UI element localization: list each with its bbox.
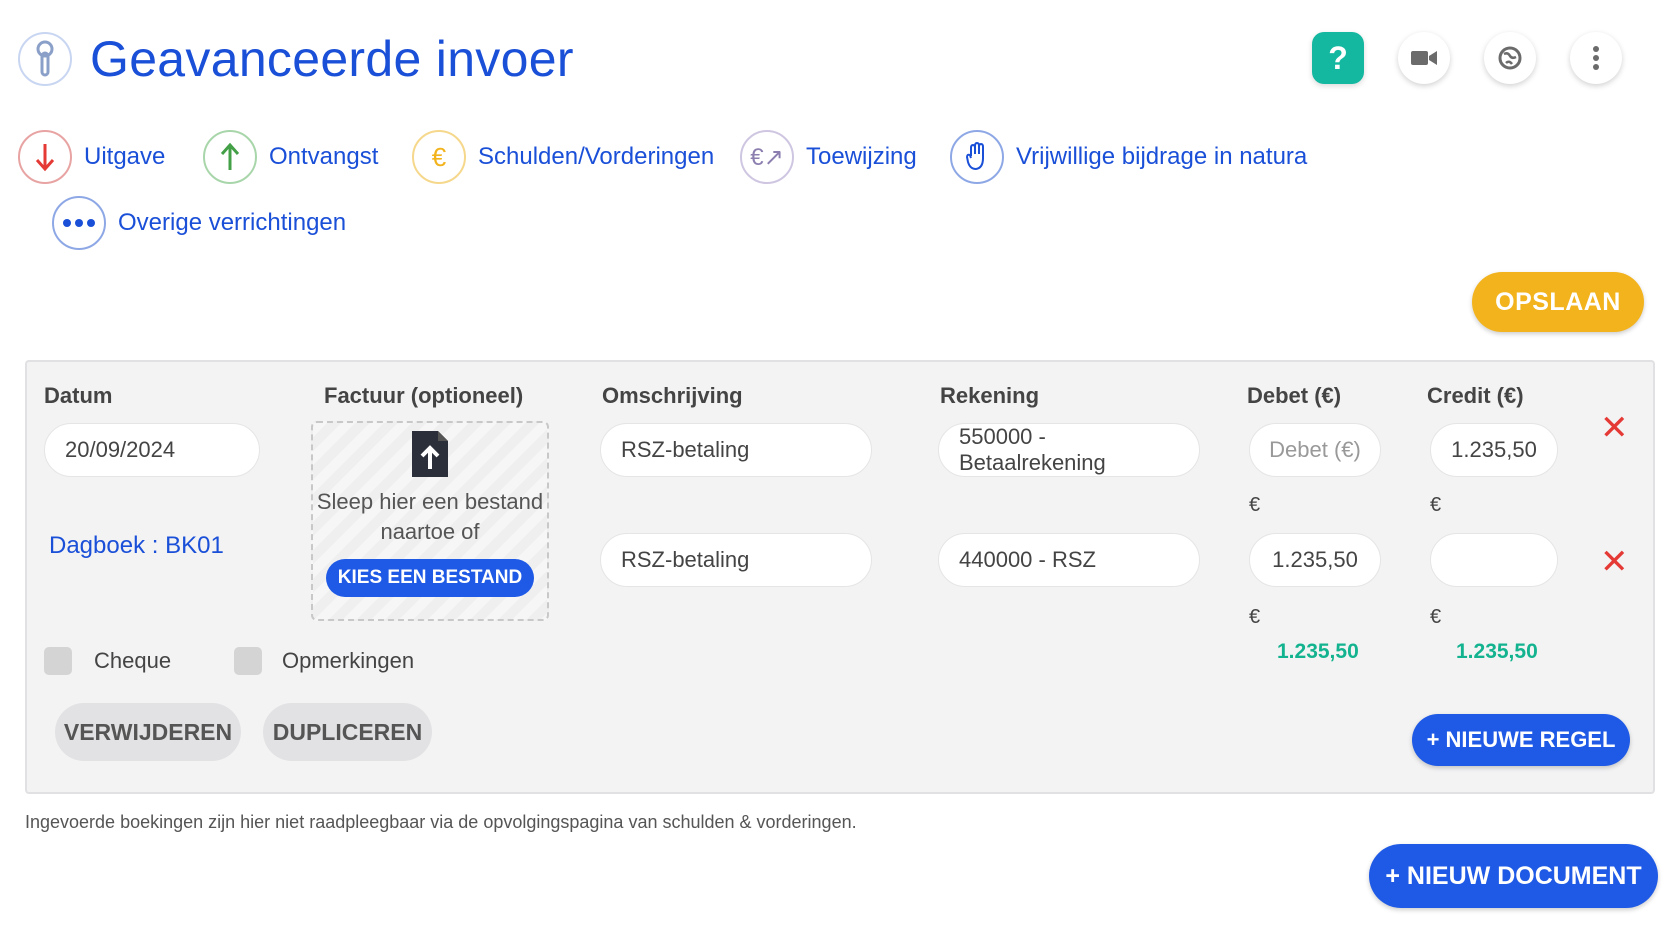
cheque-checkbox[interactable]: [44, 647, 72, 675]
choose-file-button[interactable]: KIES EEN BESTAND: [325, 559, 535, 597]
header-credit: Credit (€): [1427, 383, 1524, 408]
hand-icon: [950, 130, 1004, 184]
globe-button[interactable]: [1484, 32, 1536, 84]
more-button[interactable]: [1570, 32, 1622, 84]
new-document-button[interactable]: + NIEUW DOCUMENT: [1369, 844, 1658, 908]
type-label: Toewijzing: [806, 143, 917, 170]
more-horizontal-icon: [52, 196, 106, 250]
date-field[interactable]: 20/09/2024: [44, 423, 260, 477]
description-field-1[interactable]: RSZ-betaling: [600, 423, 872, 477]
header-rekening: Rekening: [940, 383, 1040, 408]
debet-placeholder: Debet (€): [1269, 437, 1361, 462]
type-label: Vrijwillige bijdrage in natura: [1016, 143, 1308, 170]
arrow-down-icon: [18, 130, 72, 184]
type-label: Uitgave: [84, 143, 166, 170]
credit-field-1[interactable]: 1.235,50: [1430, 423, 1558, 477]
video-button[interactable]: [1398, 32, 1450, 84]
date-value: 20/09/2024: [65, 437, 176, 462]
credit-total: 1.235,50: [1456, 640, 1538, 663]
type-overige-verrichtingen[interactable]: Overige verrichtingen: [52, 196, 346, 250]
info-note: Ingevoerde boekingen zijn hier niet raad…: [25, 812, 857, 832]
account-value: 440000 - RSZ: [959, 547, 1096, 572]
type-schulden-vorderingen[interactable]: € Schulden/Vorderingen: [412, 130, 714, 184]
type-label: Schulden/Vorderingen: [478, 143, 715, 170]
debet-total: 1.235,50: [1277, 640, 1359, 663]
type-label: Ontvangst: [269, 143, 379, 170]
account-value: 550000 - Betaalrekening: [959, 424, 1106, 475]
opmerkingen-label: Opmerkingen: [282, 648, 415, 673]
delete-row-1-icon[interactable]: ✕: [1600, 408, 1629, 448]
dropzone-text: Sleep hier een bestand naartoe of: [316, 489, 544, 544]
credit-value: 1.235,50: [1451, 437, 1537, 462]
header-debet: Debet (€): [1247, 383, 1342, 408]
debet-field-1[interactable]: Debet (€): [1249, 423, 1381, 477]
help-label: ?: [1328, 39, 1348, 76]
type-uitgave[interactable]: Uitgave: [18, 130, 165, 184]
file-dropzone[interactable]: Sleep hier een bestand naartoe of KIES E…: [311, 421, 549, 621]
type-toewijzing[interactable]: €↗ Toewijzing: [740, 130, 917, 184]
save-button[interactable]: OPSLAAN: [1472, 272, 1644, 332]
header-omschrijving: Omschrijving: [602, 383, 743, 408]
wrench-icon: [18, 32, 72, 86]
delete-row-2-icon[interactable]: ✕: [1600, 542, 1629, 582]
currency-symbol: €: [1430, 494, 1442, 516]
debet-value: 1.235,50: [1272, 547, 1358, 572]
account-field-2[interactable]: 440000 - RSZ: [938, 533, 1200, 587]
video-icon: [1411, 51, 1437, 65]
cheque-label: Cheque: [94, 648, 172, 673]
currency-symbol: €: [1430, 606, 1442, 628]
credit-field-2[interactable]: [1430, 533, 1558, 587]
file-upload-icon: [412, 431, 448, 477]
page-title: Geavanceerde invoer: [90, 31, 574, 87]
header-factuur: Factuur (optioneel): [324, 383, 524, 408]
description-value: RSZ-betaling: [621, 437, 750, 462]
debet-field-2[interactable]: 1.235,50: [1249, 533, 1381, 587]
arrow-up-icon: [203, 130, 257, 184]
description-value: RSZ-betaling: [621, 547, 750, 572]
journal-link[interactable]: Dagboek : BK01: [49, 532, 224, 560]
opmerkingen-checkbox[interactable]: [234, 647, 262, 675]
help-button[interactable]: ?: [1312, 32, 1364, 84]
new-line-button[interactable]: + NIEUWE REGEL: [1412, 714, 1630, 766]
currency-symbol: €: [1249, 494, 1261, 516]
euro-icon: €: [412, 130, 466, 184]
type-vrijwillige-bijdrage[interactable]: Vrijwillige bijdrage in natura: [950, 130, 1307, 184]
type-ontvangst[interactable]: Ontvangst: [203, 130, 378, 184]
description-field-2[interactable]: RSZ-betaling: [600, 533, 872, 587]
euro-exchange-icon: €↗: [740, 130, 794, 184]
delete-button[interactable]: VERWIJDEREN: [55, 703, 241, 761]
duplicate-button[interactable]: DUPLICEREN: [263, 703, 432, 761]
header-datum: Datum: [44, 383, 113, 408]
globe-icon: [1498, 46, 1522, 70]
type-label: Overige verrichtingen: [118, 209, 347, 236]
more-vertical-icon: [1593, 46, 1599, 70]
currency-symbol: €: [1249, 606, 1261, 628]
account-field-1[interactable]: 550000 - Betaalrekening: [938, 423, 1200, 477]
